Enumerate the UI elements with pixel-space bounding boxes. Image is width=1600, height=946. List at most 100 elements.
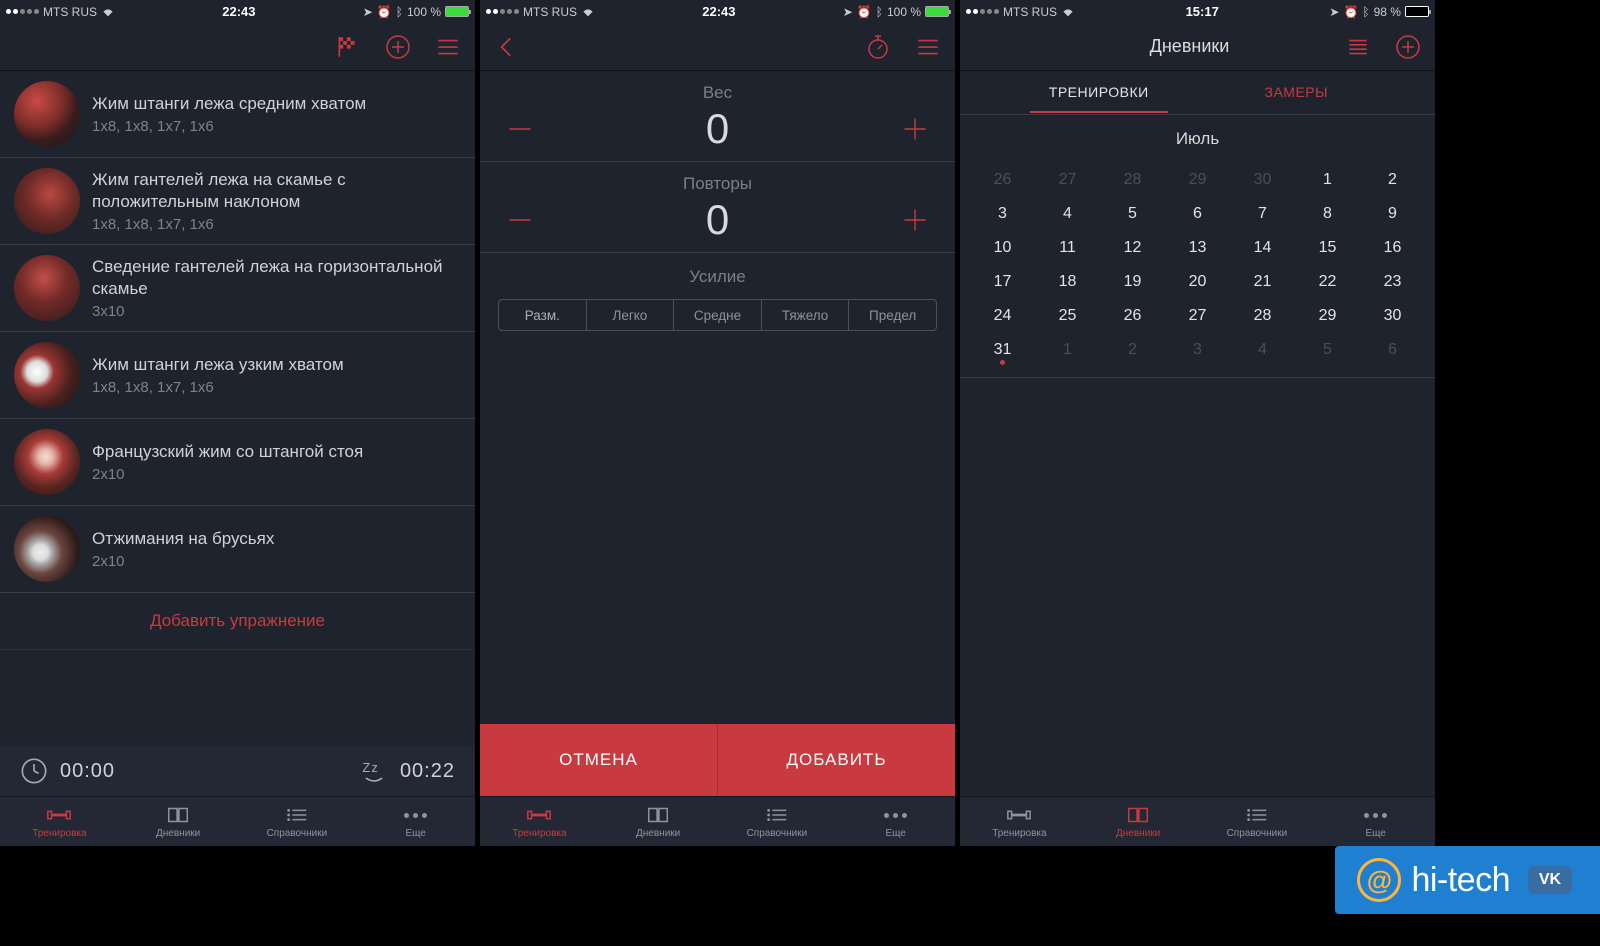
exercise-sets: 2x10 — [92, 466, 461, 483]
calendar-day[interactable]: 7 — [1230, 197, 1295, 231]
tab-more[interactable]: Еще — [836, 797, 955, 846]
tab-more[interactable]: Еще — [1316, 797, 1435, 846]
exercise-row[interactable]: Отжимания на брусьях 2x10 — [0, 506, 475, 593]
calendar-day[interactable]: 29 — [1295, 299, 1360, 333]
screen-diaries: MTS RUS 15:17 ➤⏰ᛒ 98 % Дневники ТРЕНИРОВ… — [960, 0, 1435, 846]
finish-flag-icon[interactable] — [335, 34, 361, 60]
exercise-row[interactable]: Сведение гантелей лежа на горизонтальной… — [0, 245, 475, 332]
calendar-day[interactable]: 13 — [1165, 231, 1230, 265]
calendar-day[interactable]: 1 — [1035, 333, 1100, 367]
tab-reference[interactable]: Справочники — [238, 797, 357, 846]
exercise-thumb — [14, 168, 80, 234]
exercise-row[interactable]: Жим штанги лежа узким хватом 1x8, 1x8, 1… — [0, 332, 475, 419]
add-exercise-button[interactable]: Добавить упражнение — [0, 593, 475, 650]
calendar-day[interactable]: 2 — [1100, 333, 1165, 367]
effort-option[interactable]: Легко — [587, 300, 675, 330]
tab-training[interactable]: Тренировка — [480, 797, 599, 846]
exercise-sets: 1x8, 1x8, 1x7, 1x6 — [92, 379, 461, 396]
calendar-day[interactable]: 3 — [1165, 333, 1230, 367]
calendar-day[interactable]: 26 — [970, 163, 1035, 197]
cancel-button[interactable]: ОТМЕНА — [480, 724, 718, 796]
screen-add-set: MTS RUS 22:43 ➤⏰ᛒ 100 % Вес 0 Повторы — [480, 0, 955, 846]
tab-training[interactable]: Тренировка — [960, 797, 1079, 846]
tab-more[interactable]: Еще — [356, 797, 475, 846]
calendar-day[interactable]: 18 — [1035, 265, 1100, 299]
carrier-label: MTS RUS — [43, 5, 97, 19]
calendar-day[interactable]: 9 — [1360, 197, 1425, 231]
calendar-day[interactable]: 5 — [1100, 197, 1165, 231]
calendar-day[interactable]: 2 — [1360, 163, 1425, 197]
calendar-day[interactable]: 23 — [1360, 265, 1425, 299]
tab-reference[interactable]: Справочники — [1198, 797, 1317, 846]
tab-bar: Тренировка Дневники Справочники Еще — [960, 796, 1435, 846]
calendar-day[interactable]: 27 — [1165, 299, 1230, 333]
calendar-day[interactable]: 28 — [1230, 299, 1295, 333]
screen-workout: MTS RUS 22:43 ➤ ⏰ ᛒ 100 % Жим штанги леж… — [0, 0, 475, 846]
effort-option[interactable]: Средне — [674, 300, 762, 330]
calendar-day[interactable]: 20 — [1165, 265, 1230, 299]
calendar-day[interactable]: 10 — [970, 231, 1035, 265]
sub-tab-trainings[interactable]: ТРЕНИРОВКИ — [1000, 71, 1198, 114]
watermark-vk-badge: VK — [1528, 866, 1572, 894]
calendar-day[interactable]: 31 — [970, 333, 1035, 367]
reps-minus-button[interactable] — [502, 202, 538, 238]
list-icon[interactable] — [1345, 34, 1371, 60]
exercise-row[interactable]: Жим штанги лежа средним хватом 1x8, 1x8,… — [0, 71, 475, 158]
calendar-day[interactable]: 8 — [1295, 197, 1360, 231]
calendar-day[interactable]: 15 — [1295, 231, 1360, 265]
exercise-sets: 1x8, 1x8, 1x7, 1x6 — [92, 118, 461, 135]
page-title: Дневники — [1034, 36, 1345, 57]
effort-segmented: Разм. Легко Средне Тяжело Предел — [498, 299, 937, 331]
effort-option[interactable]: Тяжело — [762, 300, 850, 330]
calendar-day[interactable]: 22 — [1295, 265, 1360, 299]
wifi-icon — [101, 7, 115, 17]
reps-section: Повторы 0 — [480, 162, 955, 253]
calendar-day[interactable]: 28 — [1100, 163, 1165, 197]
back-icon[interactable] — [494, 34, 520, 60]
exercise-thumb — [14, 81, 80, 147]
calendar-day[interactable]: 26 — [1100, 299, 1165, 333]
menu-icon[interactable] — [435, 34, 461, 60]
calendar-day[interactable]: 24 — [970, 299, 1035, 333]
menu-icon[interactable] — [915, 34, 941, 60]
calendar-day[interactable]: 6 — [1360, 333, 1425, 367]
weight-plus-button[interactable] — [897, 111, 933, 147]
weight-section: Вес 0 — [480, 71, 955, 162]
stopwatch-icon[interactable] — [865, 34, 891, 60]
calendar-day[interactable]: 19 — [1100, 265, 1165, 299]
add-button[interactable]: ДОБАВИТЬ — [718, 724, 955, 796]
effort-option[interactable]: Разм. — [499, 300, 587, 330]
calendar-day[interactable]: 14 — [1230, 231, 1295, 265]
calendar-day[interactable]: 17 — [970, 265, 1035, 299]
exercise-row[interactable]: Жим гантелей лежа на скамье с положитель… — [0, 158, 475, 245]
calendar-day[interactable]: 25 — [1035, 299, 1100, 333]
weight-minus-button[interactable] — [502, 111, 538, 147]
tab-diaries[interactable]: Дневники — [599, 797, 718, 846]
calendar-day[interactable]: 30 — [1360, 299, 1425, 333]
calendar-day[interactable]: 4 — [1230, 333, 1295, 367]
sub-tab-measures[interactable]: ЗАМЕРЫ — [1198, 71, 1396, 114]
reps-plus-button[interactable] — [897, 202, 933, 238]
tab-reference[interactable]: Справочники — [718, 797, 837, 846]
exercise-thumb — [14, 516, 80, 582]
calendar-day[interactable]: 5 — [1295, 333, 1360, 367]
calendar-day[interactable]: 3 — [970, 197, 1035, 231]
calendar-day[interactable]: 1 — [1295, 163, 1360, 197]
calendar-day[interactable]: 6 — [1165, 197, 1230, 231]
rest-icon: Zz — [360, 757, 388, 785]
calendar-day[interactable]: 30 — [1230, 163, 1295, 197]
exercise-row[interactable]: Французский жим со штангой стоя 2x10 — [0, 419, 475, 506]
calendar-day[interactable]: 27 — [1035, 163, 1100, 197]
tab-training[interactable]: Тренировка — [0, 797, 119, 846]
calendar-day[interactable]: 16 — [1360, 231, 1425, 265]
tab-diaries[interactable]: Дневники — [119, 797, 238, 846]
calendar-day[interactable]: 21 — [1230, 265, 1295, 299]
add-icon[interactable] — [385, 34, 411, 60]
calendar-day[interactable]: 12 — [1100, 231, 1165, 265]
effort-option[interactable]: Предел — [849, 300, 936, 330]
calendar-day[interactable]: 29 — [1165, 163, 1230, 197]
calendar-day[interactable]: 4 — [1035, 197, 1100, 231]
add-icon[interactable] — [1395, 34, 1421, 60]
tab-diaries[interactable]: Дневники — [1079, 797, 1198, 846]
calendar-day[interactable]: 11 — [1035, 231, 1100, 265]
